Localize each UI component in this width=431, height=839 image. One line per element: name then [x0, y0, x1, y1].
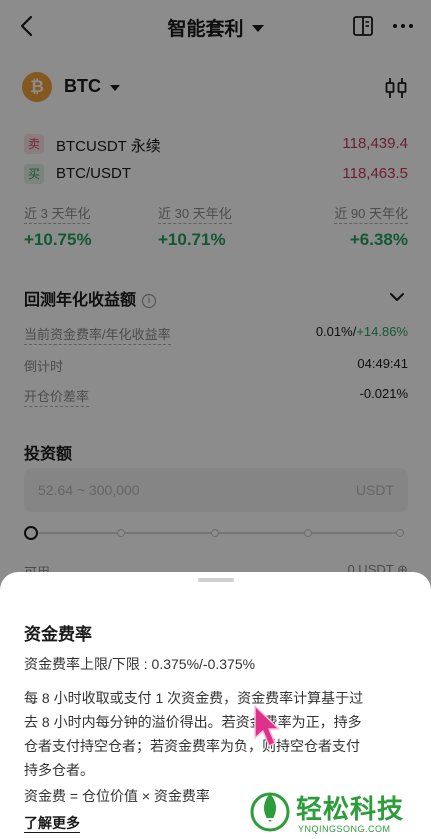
watermark: 轻松科技 YNQINGSONG.COM [246, 786, 431, 839]
description-line: 仓者支付持空仓者；若资金费率为负，则持空仓者支付 [24, 738, 360, 754]
learn-more-link[interactable]: 了解更多 [24, 814, 80, 833]
description-line: 去 8 小时内每分钟的溢价得出。若资金费率为正，持多 [24, 714, 362, 730]
description-line: 每 8 小时收取或支付 1 次资金费，资金费率计算基于过 [24, 690, 364, 706]
arbitrage-page: 智能套利 ₿ BTC 卖 BTCUSDT 永续 118,439.4 买 BTC/… [0, 0, 431, 839]
funding-limit-text: 资金费率上限/下限 : 0.375%/-0.375% [24, 656, 256, 672]
watermark-text: 轻松科技 [296, 794, 405, 824]
sheet-title: 资金费率 [24, 625, 92, 644]
description-line: 持多仓者。 [24, 762, 94, 778]
sheet-grab-handle[interactable] [198, 578, 234, 582]
watermark-logo-icon [250, 792, 290, 832]
funding-description: 每 8 小时收取或支付 1 次资金费，资金费率计算基于过 去 8 小时内每分钟的… [24, 686, 410, 782]
watermark-url: YNQINGSONG.COM [298, 824, 391, 834]
tap-pointer-icon [254, 705, 280, 747]
